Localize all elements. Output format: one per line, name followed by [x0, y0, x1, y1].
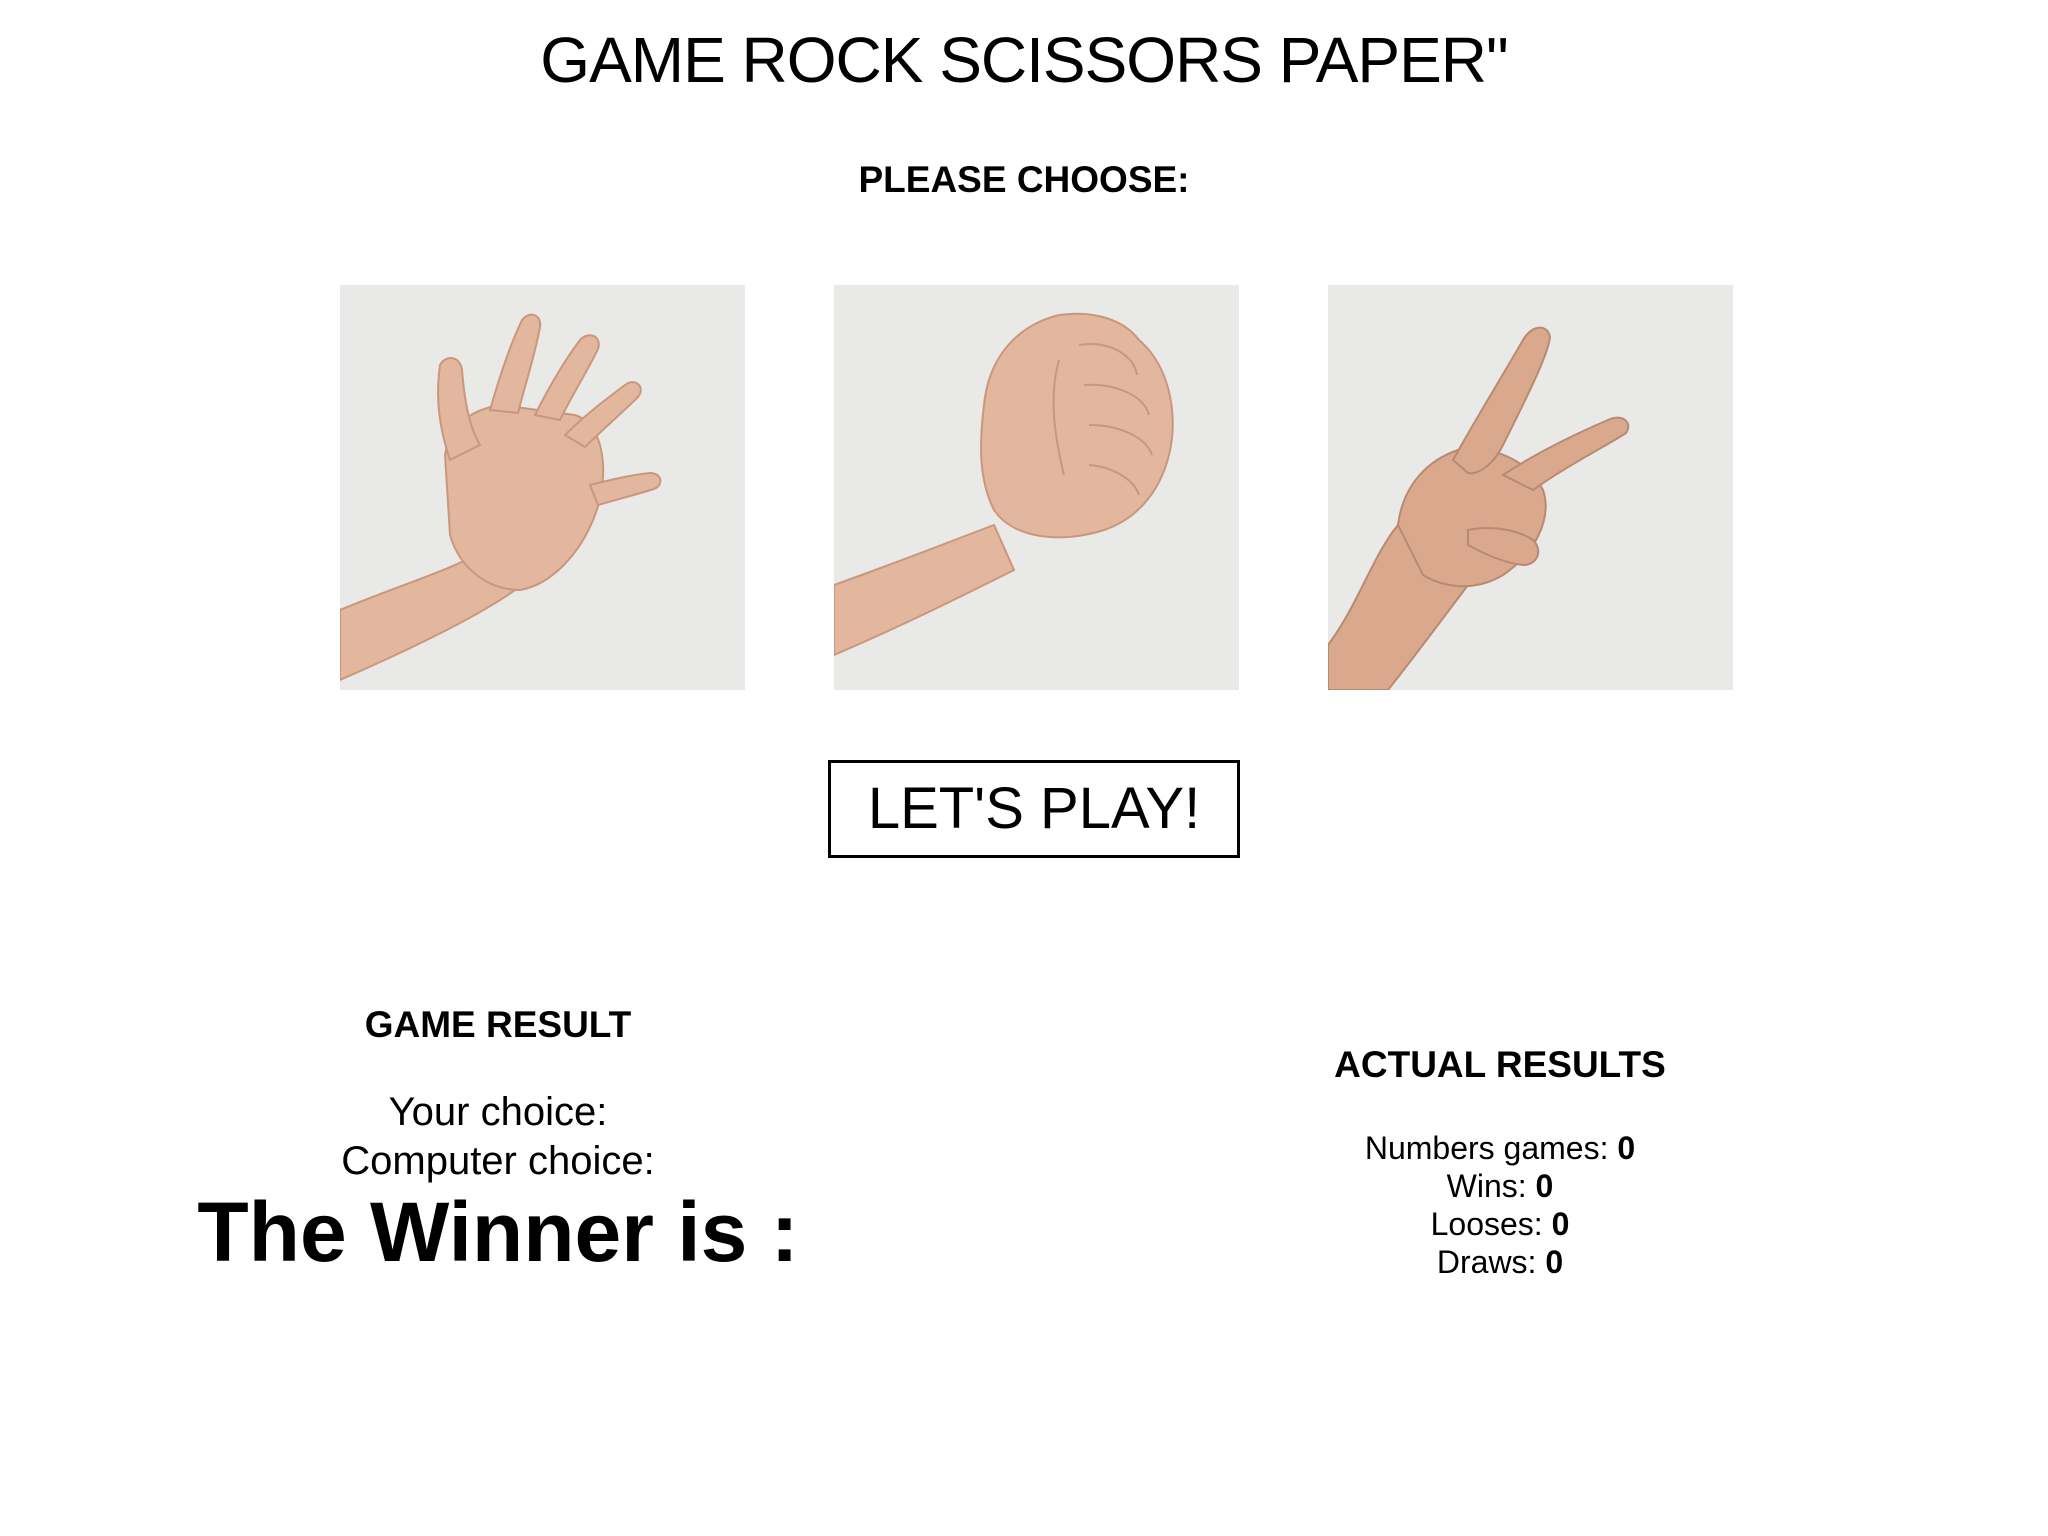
actual-results-heading: ACTUAL RESULTS: [1334, 1044, 1666, 1085]
draws-value: 0: [1545, 1244, 1564, 1280]
game-result-heading: GAME RESULT: [364, 1004, 632, 1045]
page-title: GAME ROCK SCISSORS PAPER": [540, 24, 1508, 96]
open-hand-icon: [340, 285, 745, 690]
wins-stat: Wins: 0: [1260, 1167, 1740, 1205]
choice-rock-image[interactable]: [834, 285, 1239, 690]
looses-stat: Looses: 0: [1260, 1205, 1740, 1243]
numbers-games-stat: Numbers games: 0: [1260, 1129, 1740, 1167]
wins-label: Wins:: [1446, 1168, 1527, 1204]
choice-scissors-image[interactable]: [1328, 285, 1733, 690]
fist-icon: [834, 285, 1239, 690]
lets-play-button[interactable]: LET'S PLAY!: [828, 760, 1240, 858]
winner-label: The Winner is :: [197, 1185, 799, 1279]
computer-choice-label: Computer choice:: [341, 1139, 655, 1183]
game-page: GAME ROCK SCISSORS PAPER" PLEASE CHOOSE:: [0, 0, 2048, 1536]
choices-row: [0, 285, 2048, 690]
looses-value: 0: [1551, 1206, 1570, 1242]
wins-value: 0: [1535, 1168, 1554, 1204]
numbers-games-label: Numbers games:: [1364, 1130, 1609, 1166]
peace-sign-hand-icon: [1328, 285, 1733, 690]
numbers-games-value: 0: [1617, 1130, 1636, 1166]
draws-stat: Draws: 0: [1260, 1243, 1740, 1281]
draws-label: Draws:: [1436, 1244, 1537, 1280]
choose-prompt: PLEASE CHOOSE:: [858, 159, 1190, 200]
your-choice-label: Your choice:: [388, 1090, 608, 1134]
looses-label: Looses:: [1430, 1206, 1543, 1242]
actual-results-panel: ACTUAL RESULTS Numbers games: 0 Wins: 0 …: [1260, 1043, 1740, 1281]
choice-paper-image[interactable]: [340, 285, 745, 690]
game-result-panel: GAME RESULT Your choice: Computer choice…: [160, 1003, 836, 1282]
